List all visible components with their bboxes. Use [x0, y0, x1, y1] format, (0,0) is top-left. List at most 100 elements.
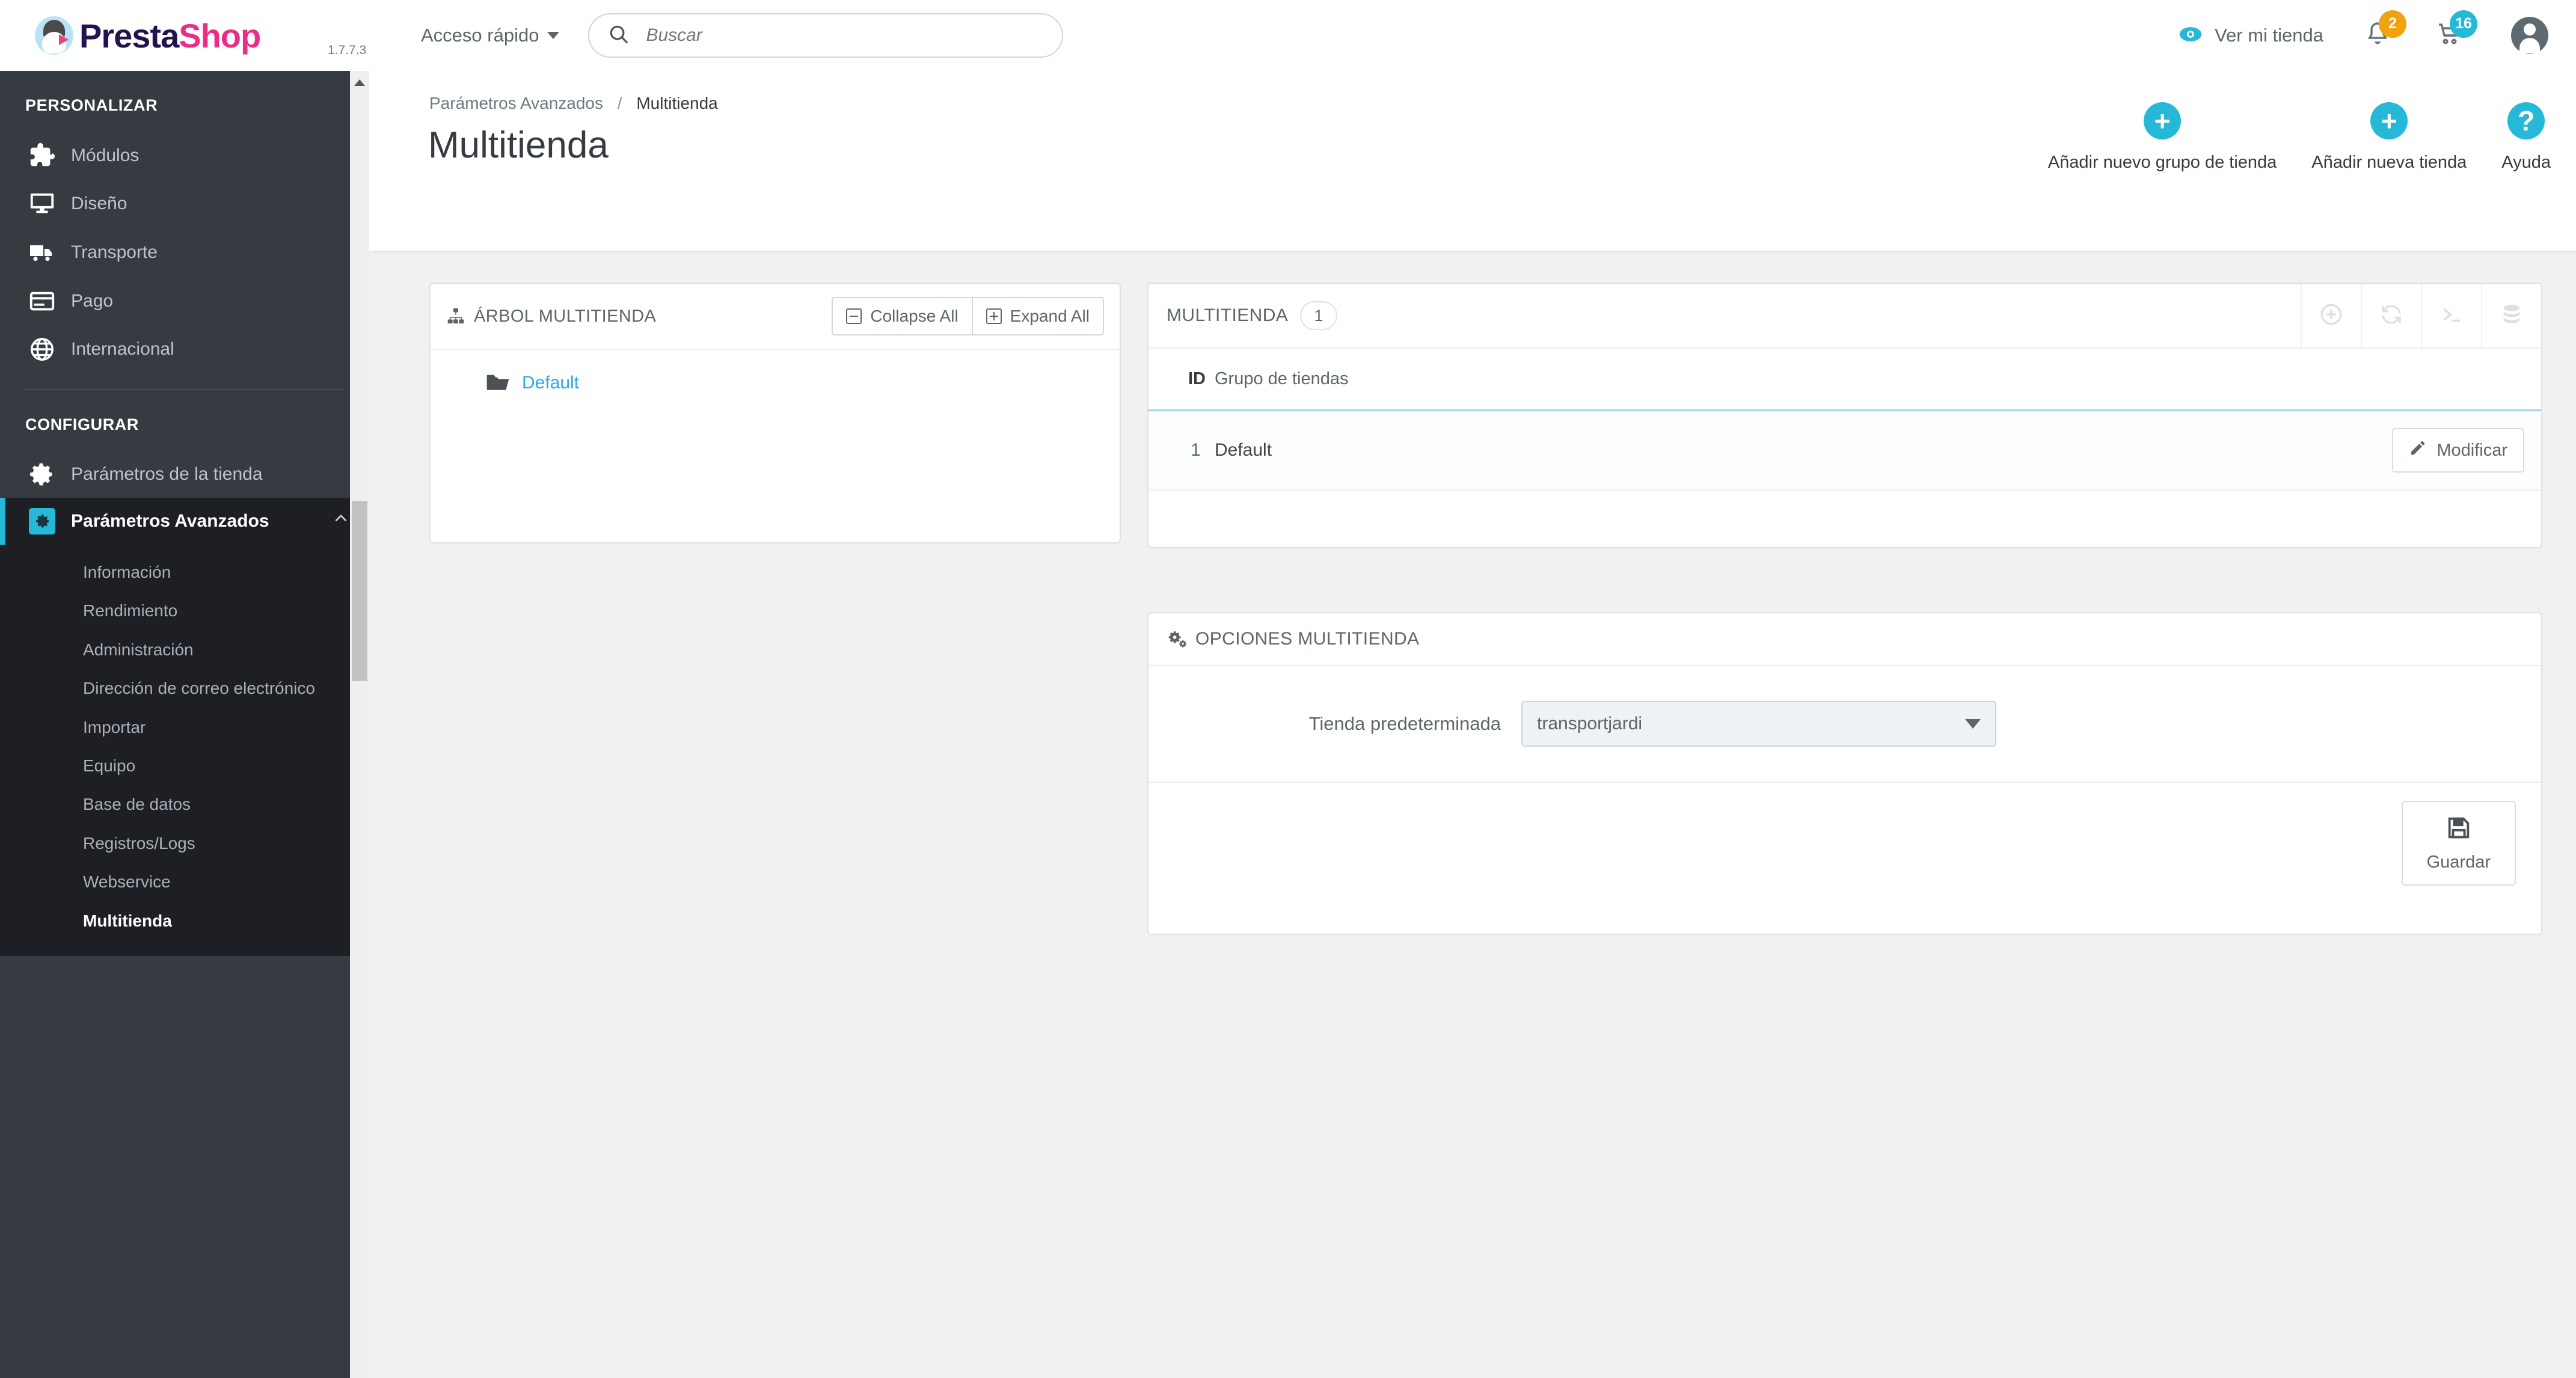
quick-access-dropdown[interactable]: Acceso rápido	[421, 25, 560, 46]
database-icon	[2500, 302, 2524, 329]
brand-name-part1: Presta	[79, 16, 179, 55]
tree-node-label: Default	[522, 373, 580, 393]
main-sidebar: PrestaShop 1.7.7.3 PERSONALIZAR Módulos …	[0, 0, 369, 1378]
add-icon-button[interactable]	[2301, 284, 2361, 348]
globe-icon	[26, 335, 58, 363]
sidebar-subitem-direccion-correo[interactable]: Dirección de correo electrónico	[0, 669, 369, 708]
table-header: ID Grupo de tiendas	[1148, 349, 2541, 411]
collapse-all-label: Collapse All	[870, 307, 958, 325]
edit-button[interactable]: Modificar	[2392, 428, 2524, 473]
page-title: Multitienda	[428, 124, 609, 166]
sidebar-item-diseno[interactable]: Diseño	[0, 180, 369, 228]
sidebar-item-label: Módulos	[71, 145, 140, 166]
table-header-row: ID Grupo de tiendas	[1148, 349, 2541, 411]
sidebar-item-transporte[interactable]: Transporte	[0, 228, 369, 277]
store-groups-table: ID Grupo de tiendas 1 Default Modificar	[1148, 349, 2541, 491]
sidebar-item-label: Internacional	[71, 339, 174, 360]
page-header-actions: + Añadir nuevo grupo de tienda + Añadir …	[2013, 102, 2551, 173]
search-icon	[607, 23, 630, 49]
multistore-list-toolbar	[2301, 284, 2541, 348]
prestashop-bird-logo-icon	[35, 16, 73, 55]
brand-name-part2: Shop	[179, 16, 261, 55]
multistore-list-title: MULTITIENDA	[1167, 305, 1289, 325]
notifications-badge: 2	[2379, 10, 2406, 38]
scroll-up-arrow-icon[interactable]	[354, 79, 365, 86]
sidebar-subitem-informacion[interactable]: Información	[0, 553, 369, 592]
monitor-icon	[26, 190, 58, 218]
sidebar-subitem-rendimiento[interactable]: Rendimiento	[0, 592, 369, 630]
refresh-icon-button[interactable]	[2361, 284, 2421, 348]
add-new-store-button[interactable]: + Añadir nueva tienda	[2311, 102, 2467, 173]
folder-open-icon	[486, 373, 510, 393]
add-new-store-group-button[interactable]: + Añadir nuevo grupo de tienda	[2048, 102, 2277, 173]
expand-all-button[interactable]: Expand All	[972, 297, 1104, 335]
notifications-button[interactable]: 2	[2363, 10, 2406, 52]
sidebar-submenu: Información Rendimiento Administración D…	[0, 545, 369, 956]
chevron-down-icon	[1965, 719, 1981, 729]
column-header-actions	[1842, 349, 2541, 411]
sidebar-subitem-importar[interactable]: Importar	[0, 708, 369, 747]
gear-icon	[26, 461, 58, 488]
sidebar-subitem-registros-logs[interactable]: Registros/Logs	[0, 824, 369, 863]
gear-box-icon	[26, 508, 58, 534]
global-search-box[interactable]	[588, 13, 1064, 58]
sidebar-item-label: Pago	[71, 291, 114, 311]
tree-node-default[interactable]: Default	[486, 373, 1120, 393]
prestashop-admin-page: PrestaShop 1.7.7.3 PERSONALIZAR Módulos …	[0, 0, 2576, 1378]
multistore-list-header: MULTITIENDA 1	[1148, 284, 2541, 349]
tree-panel-header: ÁRBOL MULTITIENDA Collapse All Expand Al…	[431, 284, 1120, 350]
options-panel-header: OPCIONES MULTITIENDA	[1148, 613, 2541, 666]
sidebar-item-parametros-tienda[interactable]: Parámetros de la tienda	[0, 451, 369, 498]
view-my-shop-link[interactable]: Ver mi tienda	[2177, 21, 2323, 51]
export-database-icon-button[interactable]	[2481, 284, 2541, 348]
expand-all-label: Expand All	[1010, 307, 1090, 325]
minus-square-icon	[846, 308, 862, 324]
sidebar-item-internacional[interactable]: Internacional	[0, 325, 369, 373]
sidebar-item-parametros-avanzados[interactable]: Parámetros Avanzados	[0, 498, 369, 545]
truck-icon	[26, 238, 58, 267]
multistore-tree-panel: ÁRBOL MULTITIENDA Collapse All Expand Al…	[429, 283, 1121, 544]
default-store-select[interactable]: transportjardi	[1521, 701, 1996, 747]
sidebar-item-modulos[interactable]: Módulos	[0, 132, 369, 180]
column-header-group: Grupo de tiendas	[1215, 369, 1349, 388]
sql-console-icon-button[interactable]	[2421, 284, 2481, 348]
sidebar-subitem-webservice[interactable]: Webservice	[0, 863, 369, 901]
orders-button[interactable]: 16	[2434, 10, 2477, 52]
sidebar-item-label: Parámetros Avanzados	[71, 511, 269, 531]
sidebar-subitem-multitienda[interactable]: Multitienda	[0, 902, 369, 940]
sidebar-scrollbar[interactable]	[350, 71, 369, 1378]
account-menu-button[interactable]	[2511, 17, 2548, 54]
brand-logo[interactable]: PrestaShop 1.7.7.3	[0, 0, 369, 71]
breadcrumb-parent[interactable]: Parámetros Avanzados	[429, 94, 603, 112]
sidebar-section-personalizar: PERSONALIZAR	[25, 96, 158, 114]
sidebar-subitem-equipo[interactable]: Equipo	[0, 747, 369, 785]
save-button[interactable]: Guardar	[2401, 801, 2516, 886]
default-store-value: transportjardi	[1537, 714, 1643, 733]
sidebar-subitem-base-de-datos[interactable]: Base de datos	[0, 785, 369, 824]
sidebar-subitem-administracion[interactable]: Administración	[0, 631, 369, 669]
page-header: Parámetros Avanzados / Multitienda Multi…	[369, 71, 2576, 253]
topbar-right-cluster: Ver mi tienda 2 16	[2177, 10, 2576, 54]
options-panel-footer: Guardar	[1148, 782, 2541, 904]
scrollbar-thumb[interactable]	[352, 501, 367, 681]
sidebar-item-label: Transporte	[71, 242, 158, 263]
multistore-list-title-wrap: MULTITIENDA 1	[1167, 301, 1338, 330]
pencil-icon	[2409, 439, 2427, 462]
top-navigation-bar: Acceso rápido Ver mi tienda 2	[369, 0, 2576, 71]
multistore-count-badge: 1	[1300, 301, 1338, 330]
save-button-label: Guardar	[2426, 853, 2491, 872]
breadcrumb: Parámetros Avanzados / Multitienda	[429, 94, 718, 113]
cell-actions: Modificar	[1842, 409, 2541, 491]
help-button[interactable]: ? Ayuda	[2501, 102, 2551, 173]
quick-access-label: Acceso rápido	[421, 25, 539, 46]
floppy-disk-icon	[2445, 814, 2473, 847]
options-panel-title-wrap: OPCIONES MULTITIENDA	[1167, 629, 1419, 649]
sitemap-icon	[446, 307, 465, 326]
search-input[interactable]	[646, 25, 1044, 46]
column-header-id: ID	[1188, 369, 1206, 388]
sidebar-item-pago[interactable]: Pago	[0, 277, 369, 325]
table-row[interactable]: 1 Default Modificar	[1148, 409, 2541, 491]
cell-group-name: Default	[1215, 409, 1842, 491]
plus-square-icon	[986, 308, 1002, 324]
collapse-all-button[interactable]: Collapse All	[832, 297, 973, 335]
